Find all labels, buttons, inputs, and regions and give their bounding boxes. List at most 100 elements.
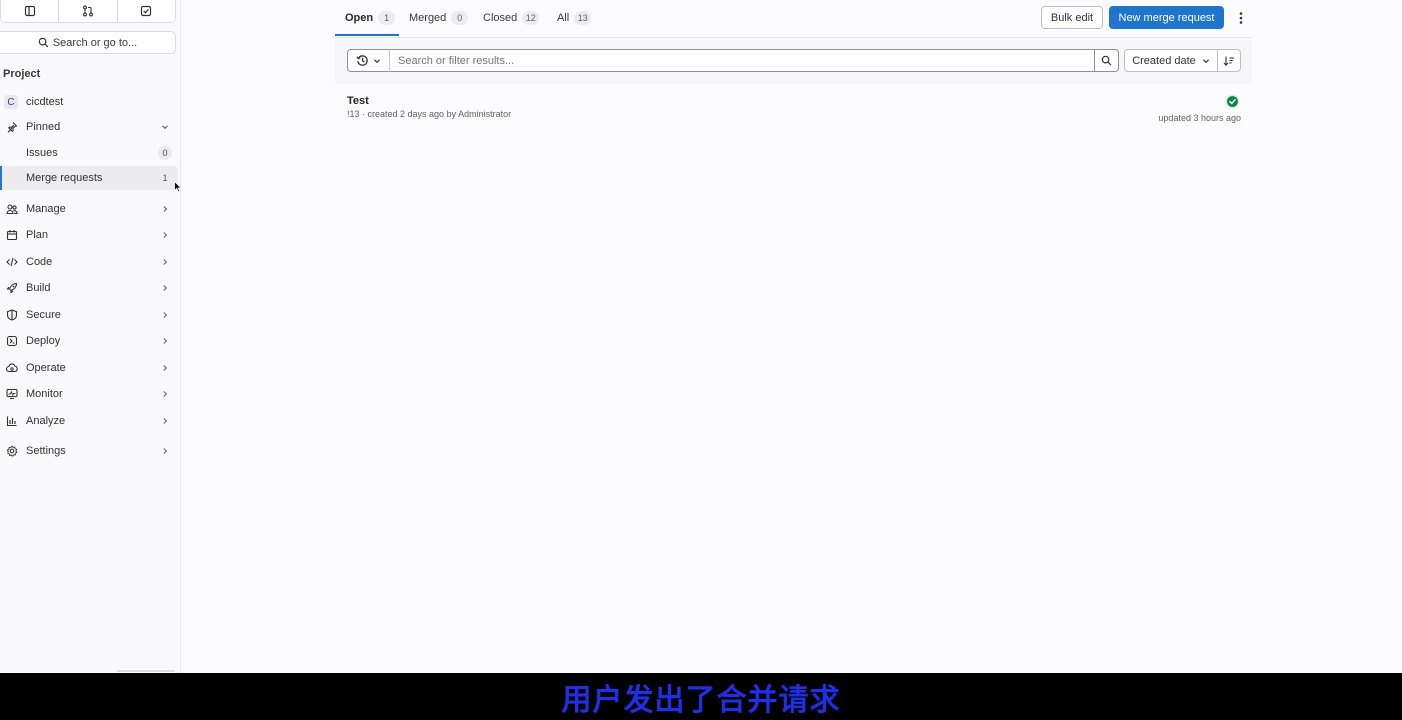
search-icon — [1101, 55, 1112, 66]
chevron-right-icon — [161, 417, 169, 425]
search-button-label: Search or go to... — [52, 36, 138, 49]
recent-searches-button[interactable] — [347, 49, 390, 72]
tab-count-badge: 13 — [574, 11, 592, 25]
mouse-cursor-icon — [174, 180, 183, 198]
filter-search-input[interactable] — [389, 49, 1095, 72]
merge-request-meta: !13 · created 2 days ago by Administrato… — [347, 109, 512, 119]
sidebar-item-settings[interactable]: Settings — [0, 439, 178, 463]
code-icon — [5, 255, 19, 269]
sidebar-item-analyze[interactable]: Analyze — [0, 409, 178, 433]
project-avatar: C — [4, 95, 18, 109]
pipeline-passed-icon — [1225, 94, 1240, 109]
users-icon — [5, 202, 19, 216]
kebab-menu-icon — [1239, 12, 1243, 24]
search-icon — [38, 37, 49, 48]
todo-button[interactable] — [116, 0, 176, 23]
merge-requests-button[interactable] — [58, 0, 118, 23]
tab-count-badge: 12 — [522, 11, 540, 25]
chevron-right-icon — [161, 447, 169, 455]
chevron-right-icon — [161, 231, 169, 239]
bulk-edit-button[interactable]: Bulk edit — [1041, 6, 1103, 29]
deploy-icon — [5, 334, 19, 348]
sidebar-item-plan[interactable]: Plan — [0, 223, 178, 247]
sidebar-item-secure[interactable]: Secure — [0, 303, 178, 327]
merge-request-icon — [83, 5, 93, 17]
tab-count-badge: 1 — [378, 11, 396, 25]
sort-descending-icon — [1223, 56, 1234, 66]
sidebar-item-label: Settings — [26, 445, 66, 457]
active-tab-indicator — [335, 34, 399, 36]
rocket-icon — [5, 281, 19, 295]
project-link[interactable]: C cicdtest — [0, 90, 178, 114]
merge-request-title-link[interactable]: Test — [347, 95, 369, 107]
tab-count-badge: 0 — [451, 11, 469, 25]
video-caption: 用户发出了合并请求 — [561, 682, 841, 718]
sidebar-item-operate[interactable]: Operate — [0, 356, 178, 380]
sidebar-item-label: Operate — [26, 362, 66, 374]
sidebar-toggle-icon — [24, 5, 35, 17]
gear-icon — [5, 444, 19, 458]
merge-request-updated-time: updated 3 hours ago — [1158, 113, 1241, 123]
sidebar-top-buttons — [0, 0, 176, 24]
chevron-right-icon — [161, 258, 169, 266]
sidebar-item-label: Deploy — [26, 335, 61, 347]
pipeline-status-button[interactable] — [1225, 94, 1240, 114]
sidebar-item-label: Secure — [26, 309, 61, 321]
sidebar-item-label: Plan — [26, 229, 49, 241]
sidebar-item-label: Issues — [26, 147, 58, 159]
chevron-right-icon — [161, 390, 169, 398]
sidebar-item-label: Merge requests — [26, 172, 103, 184]
chevron-down-icon — [374, 58, 380, 63]
calendar-icon — [5, 228, 19, 242]
sort-field-dropdown[interactable]: Created date — [1124, 49, 1218, 72]
sidebar-toggle-button[interactable] — [0, 0, 60, 23]
chart-icon — [5, 414, 19, 428]
sidebar-item-label: Analyze — [26, 415, 66, 427]
sidebar-item-label: Build — [26, 282, 51, 294]
chevron-right-icon — [161, 284, 169, 292]
chevron-down-icon — [161, 123, 169, 131]
search-button[interactable]: Search or go to... — [0, 31, 176, 54]
tab-merged[interactable]: Merged 0 — [409, 0, 469, 36]
history-icon — [356, 55, 368, 66]
sidebar: Search or go to... Project C cicdtest Pi… — [0, 0, 181, 673]
sidebar-item-label: Monitor — [26, 388, 63, 400]
sidebar-item-merge-requests[interactable]: Merge requests 1 — [0, 166, 178, 190]
sort-field-label: Created date — [1132, 54, 1196, 67]
new-merge-request-button[interactable]: New merge request — [1109, 6, 1224, 29]
chevron-right-icon — [161, 364, 169, 372]
todo-icon — [141, 5, 152, 17]
tab-all[interactable]: All 13 — [557, 0, 592, 36]
sidebar-item-label: Manage — [26, 203, 66, 215]
tab-label: Open — [345, 12, 374, 24]
sidebar-item-code[interactable]: Code — [0, 250, 178, 274]
pinned-label: Pinned — [26, 121, 61, 133]
sidebar-footer-handle — [117, 670, 175, 672]
tab-label: Merged — [409, 12, 447, 24]
pinned-section-toggle[interactable]: Pinned — [0, 115, 178, 139]
sidebar-item-monitor[interactable]: Monitor — [0, 382, 178, 406]
sidebar-item-manage[interactable]: Manage — [0, 197, 178, 221]
sidebar-item-deploy[interactable]: Deploy — [0, 329, 178, 353]
chevron-right-icon — [161, 337, 169, 345]
chevron-right-icon — [161, 311, 169, 319]
chevron-right-icon — [161, 205, 169, 213]
monitor-icon — [5, 387, 19, 401]
more-actions-button[interactable] — [1232, 9, 1250, 27]
chevron-down-icon — [1202, 58, 1209, 63]
pin-icon — [5, 120, 19, 134]
sidebar-item-label: Code — [26, 256, 53, 268]
shield-icon — [5, 308, 19, 322]
section-label: Project — [3, 68, 41, 80]
sidebar-item-issues[interactable]: Issues 0 — [0, 141, 178, 165]
tab-closed[interactable]: Closed 12 — [483, 0, 540, 36]
sidebar-item-build[interactable]: Build — [0, 276, 178, 300]
filter-search-submit[interactable] — [1094, 49, 1119, 72]
tab-label: All — [557, 12, 570, 24]
merge-requests-count-badge: 1 — [162, 173, 168, 183]
project-name: cicdtest — [26, 96, 64, 108]
cloud-icon — [5, 361, 19, 375]
tab-open[interactable]: Open 1 — [345, 0, 396, 36]
issues-count-badge: 0 — [158, 146, 172, 160]
sort-direction-button[interactable] — [1217, 49, 1241, 72]
